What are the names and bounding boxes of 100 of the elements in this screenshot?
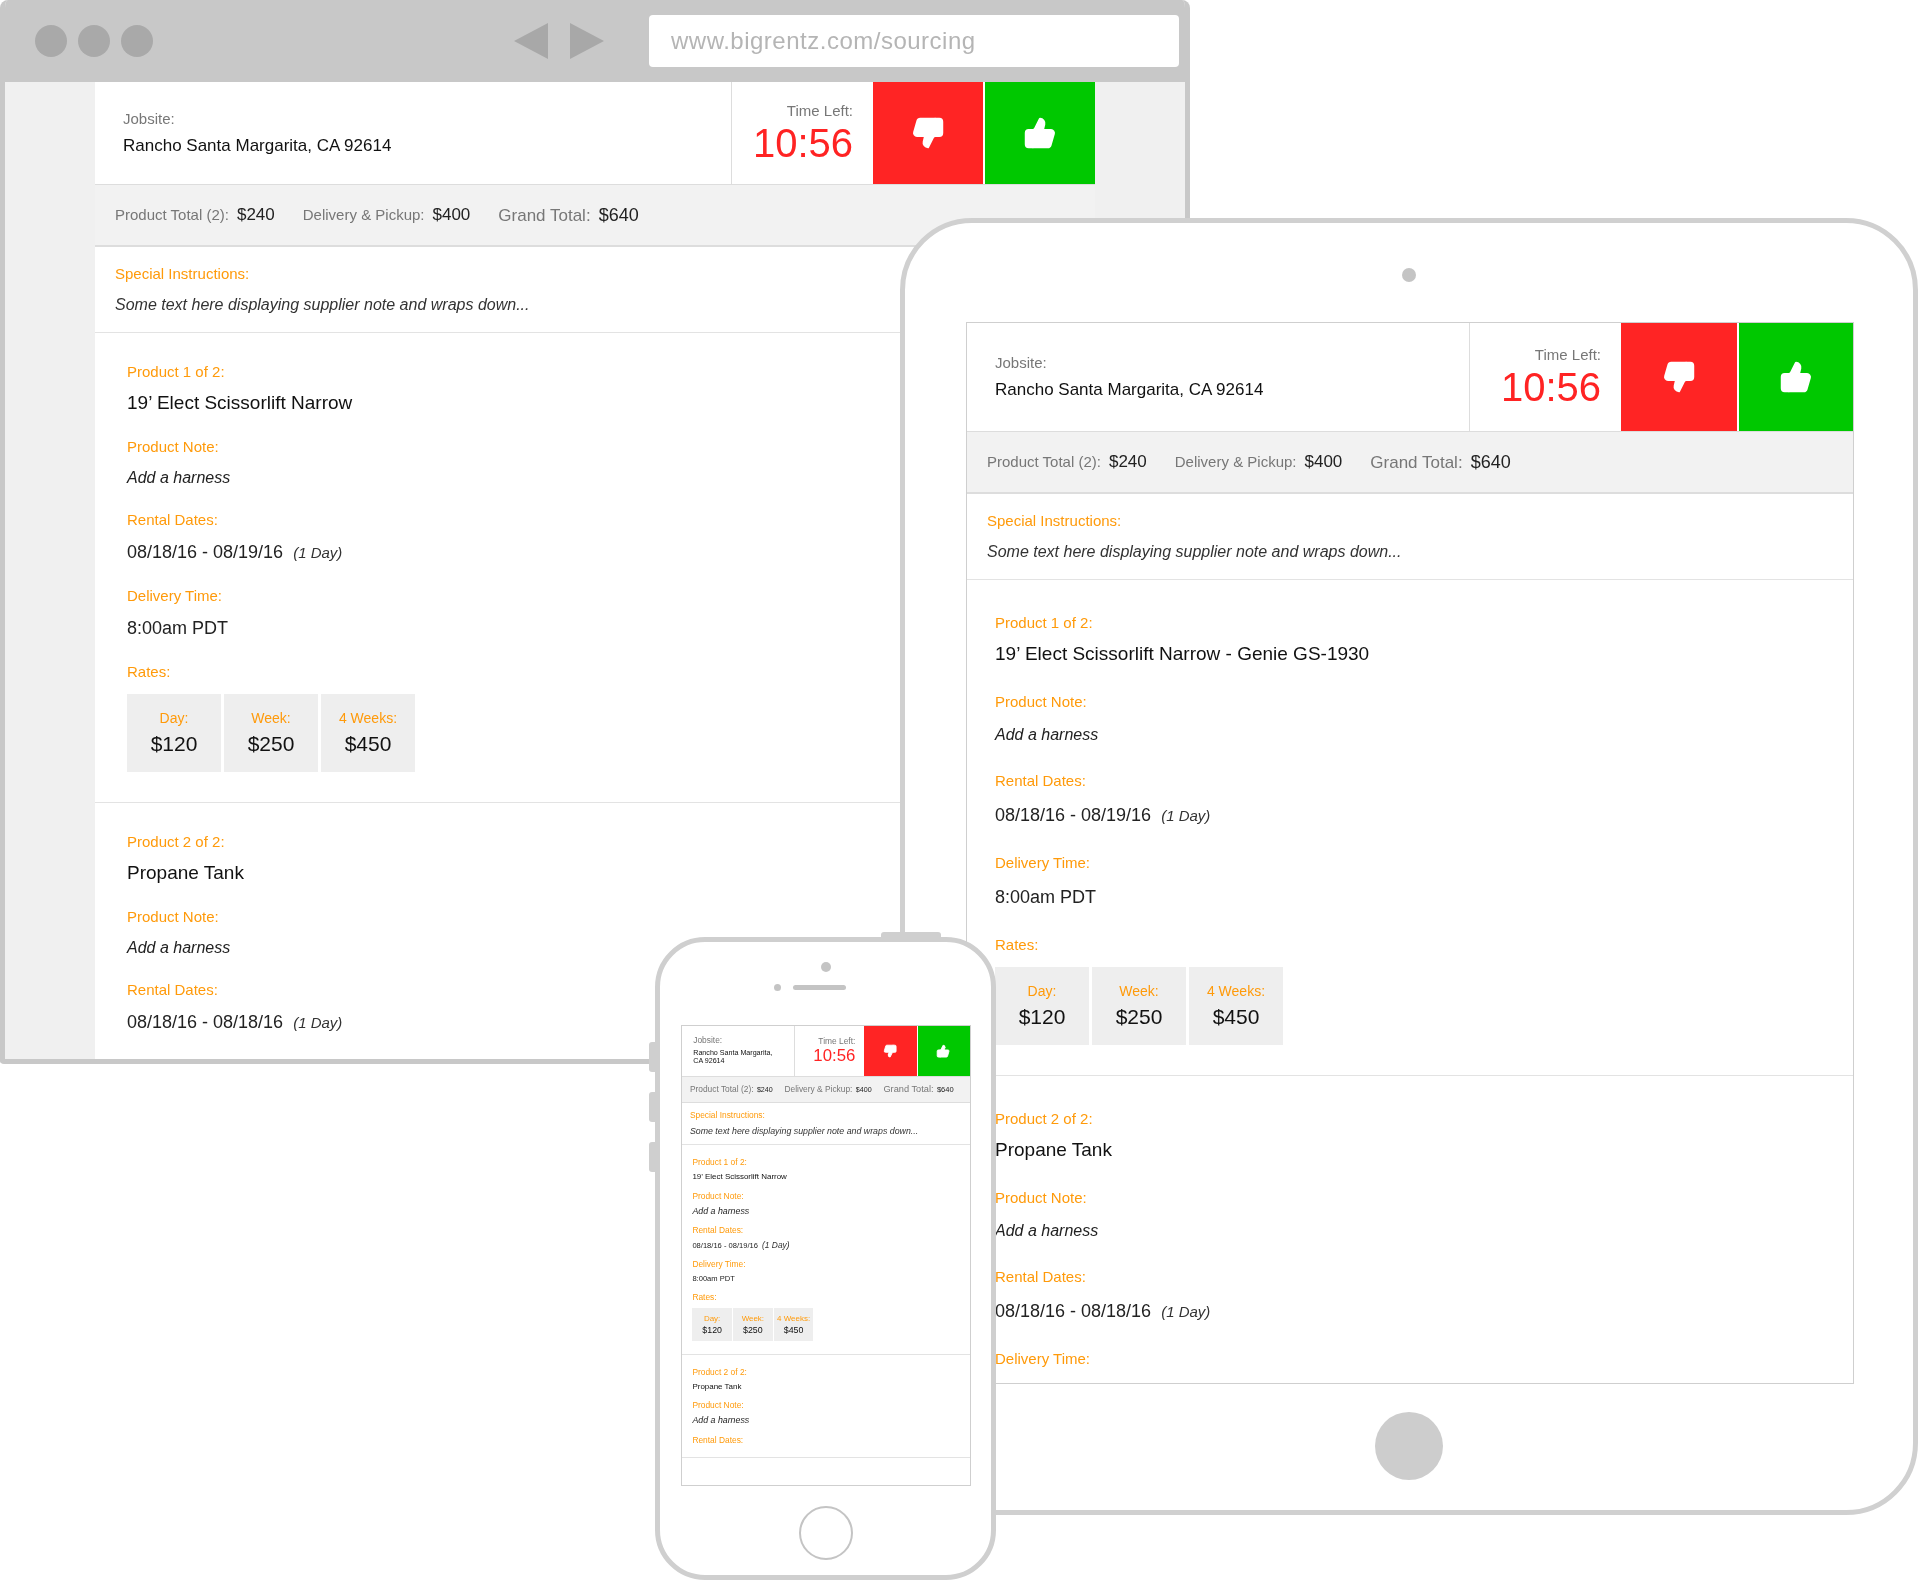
detail-label: Product Note: — [692, 1400, 744, 1411]
product-note: Add a harness — [692, 1415, 750, 1426]
rate-label: Day: — [703, 1313, 721, 1323]
thumbs-down-icon — [1662, 360, 1696, 394]
rates-label: Rates: — [692, 1292, 717, 1303]
home-button[interactable] — [798, 1506, 853, 1560]
thumbs-down-icon — [911, 116, 945, 150]
window-button[interactable] — [35, 25, 67, 57]
detail-label: Rental Dates: — [692, 1224, 744, 1235]
sensor-icon — [773, 984, 781, 991]
time-left-label: Time Left: — [1534, 345, 1601, 363]
rate-label: Day: — [1027, 983, 1057, 999]
product-heading: Product 1 of 2: — [127, 363, 225, 380]
reject-button[interactable] — [1619, 323, 1737, 431]
total-amount: $400 — [432, 205, 471, 225]
detail-label: Delivery Time: — [127, 587, 223, 604]
rate-label: 4 Weeks: — [338, 710, 398, 726]
total-label: Delivery & Pickup: — [302, 206, 425, 223]
detail-label: Product Note: — [692, 1190, 744, 1201]
product-name: 19’ Elect Scissorlift Narrow — [127, 392, 353, 414]
rates-label: Rates: — [995, 936, 1039, 953]
total-label: Delivery & Pickup: — [784, 1084, 853, 1095]
product-name: 19’ Elect Scissorlift Narrow — [692, 1172, 787, 1182]
speaker-icon — [792, 985, 846, 990]
total-amount: $640 — [598, 204, 639, 226]
window-button[interactable] — [78, 25, 110, 57]
thumbs-up-icon — [936, 1043, 951, 1058]
detail-label: Delivery Time: — [692, 1259, 746, 1270]
jobsite-address: Rancho Santa Margarita, CA 92614 — [123, 134, 393, 157]
product-name: Propane Tank — [127, 862, 244, 884]
jobsite-address: Rancho Santa Margarita, CA 92614 — [995, 378, 1265, 401]
total-amount: $240 — [1108, 452, 1147, 472]
detail-label: Rental Dates: — [127, 511, 218, 528]
accept-button[interactable] — [916, 1026, 970, 1076]
thumbs-down-icon — [883, 1043, 898, 1058]
detail-label: Rental Dates: — [995, 772, 1086, 789]
countdown-timer: 10:56 — [752, 120, 853, 165]
forward-button[interactable] — [570, 23, 604, 59]
countdown-timer: 10:56 — [1500, 364, 1601, 409]
accept-button[interactable] — [1737, 323, 1853, 431]
camera-icon — [820, 962, 831, 972]
camera-icon — [1402, 268, 1416, 282]
detail-value: 8:00am PDT — [692, 1274, 735, 1284]
total-amount: $640 — [936, 1085, 954, 1095]
detail-label: Delivery Time: — [995, 1350, 1091, 1367]
total-label: Delivery & Pickup: — [1174, 453, 1297, 470]
accept-button[interactable] — [983, 82, 1095, 184]
product-name: Propane Tank — [995, 1139, 1112, 1161]
detail-label: Product Note: — [995, 1189, 1087, 1206]
product-heading: Product 2 of 2: — [127, 833, 225, 850]
back-button[interactable] — [514, 23, 548, 59]
time-left-label: Time Left: — [818, 1036, 856, 1047]
rate-price: $450 — [783, 1325, 804, 1336]
day-count: (1 Day) — [762, 1239, 790, 1250]
rate-label: Week: — [1119, 983, 1159, 999]
instructions-label: Special Instructions: — [115, 265, 251, 282]
total-label: Grand Total: — [498, 205, 591, 226]
instructions-label: Special Instructions: — [987, 512, 1123, 529]
jobsite-label: Jobsite: — [693, 1035, 724, 1046]
detail-label: Rental Dates: — [995, 1268, 1086, 1285]
product-name: 19’ Elect Scissorlift Narrow - Genie GS-1930 — [995, 643, 1370, 665]
rate-label: Week: — [741, 1313, 765, 1323]
detail-value: 08/18/16 - 08/18/16 — [995, 1301, 1152, 1322]
instructions-text: Some text here displaying supplier note and wraps down... — [987, 543, 1403, 561]
jobsite-label: Jobsite: — [995, 353, 1048, 371]
rate-label: Week: — [251, 710, 291, 726]
rate-price: $450 — [344, 732, 392, 756]
rate-price: $120 — [702, 1325, 722, 1336]
address-field[interactable]: www.bigrentz.com/sourcing — [649, 15, 1179, 67]
detail-value: 8:00am PDT — [127, 618, 229, 639]
product-note: Add a harness — [127, 469, 231, 487]
detail-value: 08/18/16 - 08/19/16 — [127, 542, 284, 563]
day-count: (1 Day) — [1161, 807, 1211, 824]
total-amount: $400 — [1304, 452, 1343, 472]
rate-price: $250 — [1115, 1005, 1163, 1029]
product-note: Add a harness — [995, 1222, 1099, 1240]
detail-value: 08/18/16 - 08/18/16 — [127, 1012, 284, 1033]
product-note: Add a harness — [692, 1205, 750, 1216]
day-count: (1 Day) — [1161, 1303, 1211, 1320]
rate-price: $250 — [743, 1325, 763, 1336]
instructions-text: Some text here displaying supplier note and wraps down... — [115, 296, 531, 314]
detail-label: Rental Dates: — [692, 1434, 744, 1445]
total-label: Grand Total: — [1370, 452, 1463, 473]
rate-price: $120 — [150, 732, 198, 756]
rate-label: Day: — [159, 710, 189, 726]
product-heading: Product 2 of 2: — [995, 1110, 1093, 1127]
rates-label: Rates: — [127, 663, 171, 680]
product-note: Add a harness — [995, 726, 1099, 744]
reject-button[interactable] — [871, 82, 983, 184]
instructions-label: Special Instructions: — [689, 1110, 766, 1121]
detail-label: Product Note: — [127, 908, 219, 925]
jobsite-label: Jobsite: — [123, 109, 176, 127]
total-label: Product Total (2): — [987, 453, 1101, 470]
detail-label: Product Note: — [995, 693, 1087, 710]
window-button[interactable] — [121, 25, 153, 57]
detail-label: Delivery Time: — [995, 854, 1091, 871]
instructions-text: Some text here displaying supplier note and wraps down... — [689, 1126, 920, 1137]
reject-button[interactable] — [862, 1026, 917, 1076]
countdown-timer: 10:56 — [813, 1046, 856, 1066]
day-count: (1 Day) — [293, 1014, 343, 1031]
